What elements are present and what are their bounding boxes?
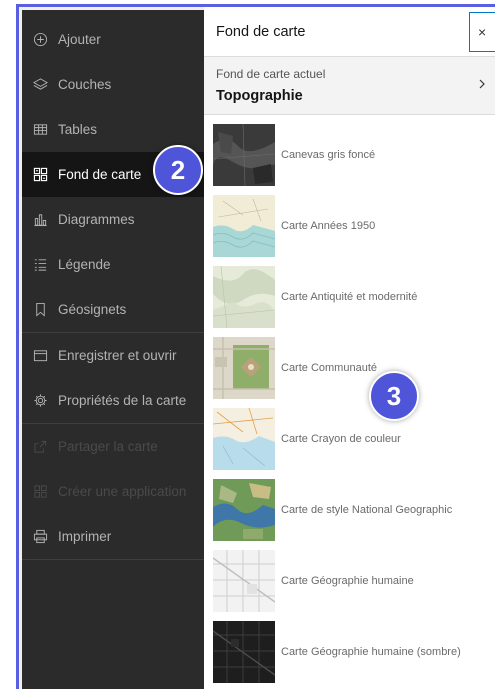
basemap-item[interactable]: Carte de style National Geographic: [204, 474, 495, 545]
basemap-thumbnail: [213, 265, 275, 328]
folder-icon: [32, 348, 48, 364]
sidebar-item-label: Créer une application: [58, 484, 187, 499]
sidebar-item-geosignets[interactable]: Géosignets: [22, 287, 204, 332]
apps-icon: [32, 484, 48, 500]
basemap-label: Canevas gris foncé: [281, 148, 376, 161]
sidebar-item-creer-application: Créer une application: [22, 469, 204, 514]
current-basemap-label: Fond de carte actuel: [216, 67, 326, 81]
basemap-thumbnail: [213, 194, 275, 257]
share-icon: [32, 439, 48, 455]
sidebar-item-label: Diagrammes: [58, 212, 135, 227]
gear-icon: [32, 393, 48, 409]
sidebar-item-label: Propriétés de la carte: [58, 393, 187, 408]
sidebar-item-label: Imprimer: [58, 529, 112, 544]
printer-icon: [32, 529, 48, 545]
basemap-label: Carte Crayon de couleur: [281, 432, 401, 445]
basemap-label: Carte de style National Geographic: [281, 503, 453, 516]
sidebar-item-label: Légende: [58, 257, 111, 272]
sidebar-item-label: Ajouter: [58, 32, 101, 47]
basemap-panel: Fond de carte × Fond de carte actuel Top…: [204, 7, 495, 689]
chevron-right-icon: [479, 79, 485, 89]
bookmark-icon: [32, 302, 48, 318]
chart-icon: [32, 212, 48, 228]
close-icon: ×: [478, 24, 487, 40]
basemap-item[interactable]: Carte Géographie humaine (sombre): [204, 616, 495, 687]
step-badge-2: 2: [153, 145, 203, 195]
sidebar-item-proprietes[interactable]: Propriétés de la carte: [22, 378, 204, 423]
panel-header: Fond de carte ×: [204, 7, 495, 57]
basemap-item[interactable]: Carte Années 1950: [204, 190, 495, 261]
step-badge-3: 3: [369, 371, 419, 421]
panel-title: Fond de carte: [216, 23, 306, 40]
basemap-thumbnail: [213, 549, 275, 612]
sidebar-divider: [22, 559, 204, 560]
sidebar-item-label: Tables: [58, 122, 98, 137]
basemap-thumbnail: [213, 407, 275, 470]
close-button[interactable]: ×: [469, 12, 495, 52]
sidebar-item-imprimer[interactable]: Imprimer: [22, 514, 204, 559]
basemap-label: Carte Antiquité et modernité: [281, 290, 418, 303]
sidebar-item-partager: Partager la carte: [22, 424, 204, 469]
sidebar-item-enregistrer[interactable]: Enregistrer et ouvrir: [22, 333, 204, 378]
layers-icon: [32, 77, 48, 93]
sidebar-item-label: Géosignets: [58, 302, 127, 317]
basemap-item[interactable]: Carte Géographie humaine: [204, 545, 495, 616]
basemap-thumbnail: [213, 336, 275, 399]
legend-icon: [32, 257, 48, 273]
sidebar: Ajouter Couches Tables Fond de carte Dia…: [22, 10, 204, 689]
sidebar-item-label: Enregistrer et ouvrir: [58, 348, 177, 363]
basemap-item[interactable]: Carte Antiquité et modernité: [204, 261, 495, 332]
current-basemap[interactable]: Fond de carte actuel Topographie: [204, 57, 495, 115]
plus-circle-icon: [32, 32, 48, 48]
basemap-label: Carte Communauté: [281, 361, 377, 374]
basemap-thumbnail: [213, 620, 275, 683]
sidebar-item-label: Partager la carte: [58, 439, 158, 454]
sidebar-item-diagrammes[interactable]: Diagrammes: [22, 197, 204, 242]
table-icon: [32, 122, 48, 138]
sidebar-item-legende[interactable]: Légende: [22, 242, 204, 287]
basemap-label: Carte Années 1950: [281, 219, 376, 232]
basemap-thumbnail: [213, 123, 275, 186]
basemap-item[interactable]: Carte Crayon de couleur: [204, 403, 495, 474]
sidebar-item-label: Couches: [58, 77, 112, 92]
sidebar-item-ajouter[interactable]: Ajouter: [22, 17, 204, 62]
basemap-thumbnail: [213, 478, 275, 541]
basemap-label: Carte Géographie humaine: [281, 574, 414, 587]
sidebar-item-label: Fond de carte: [58, 167, 142, 182]
current-basemap-value: Topographie: [216, 88, 303, 104]
basemap-item[interactable]: Carte Communauté: [204, 332, 495, 403]
basemap-label: Carte Géographie humaine (sombre): [281, 645, 461, 658]
sidebar-item-couches[interactable]: Couches: [22, 62, 204, 107]
basemap-item[interactable]: Canevas gris foncé: [204, 119, 495, 190]
basemap-icon: [32, 167, 48, 183]
